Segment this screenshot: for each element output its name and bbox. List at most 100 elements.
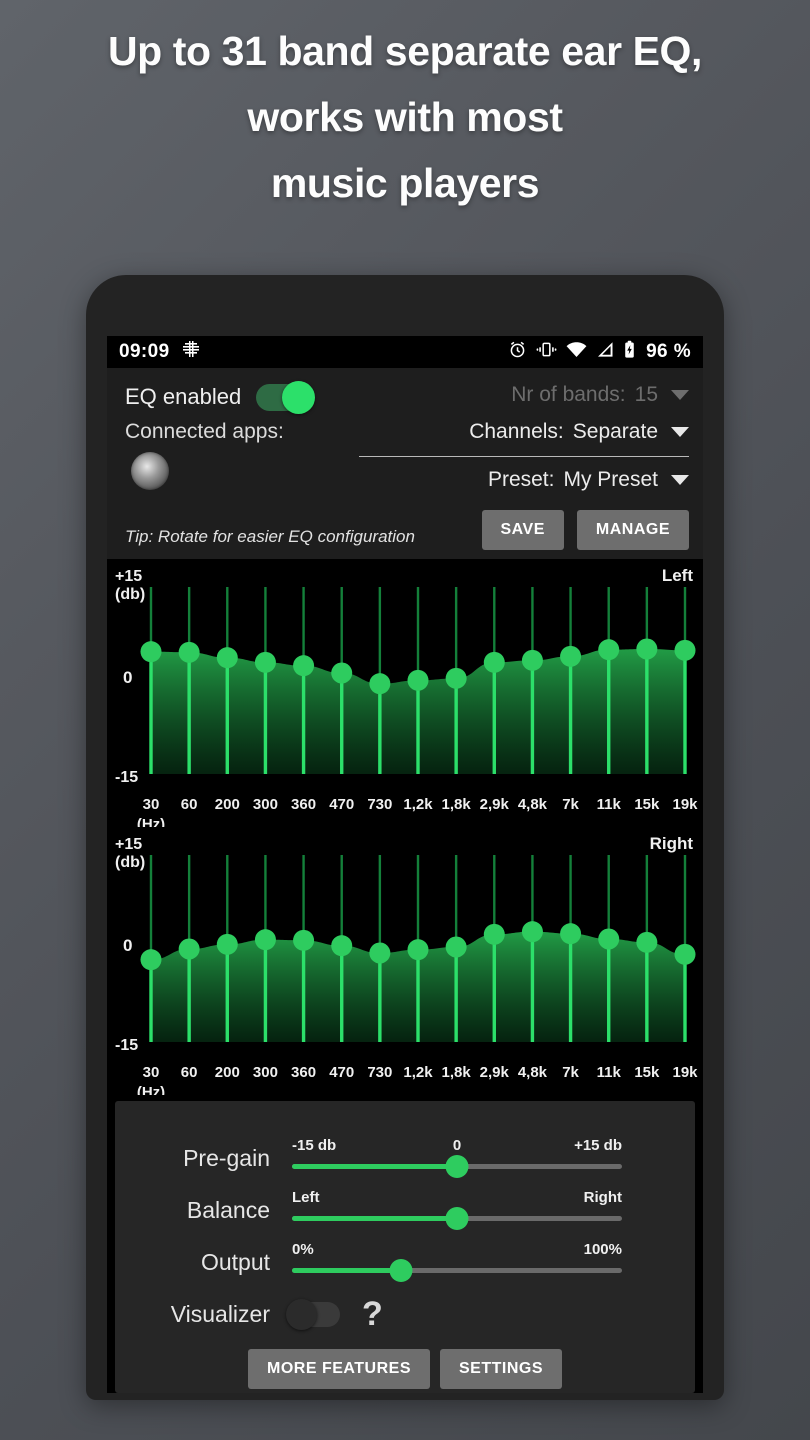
headline-line-1: Up to 31 band separate ear EQ, [107, 28, 703, 74]
x-axis-tick-label: 1,8k [442, 796, 472, 813]
x-axis-tick-label: 360 [291, 1064, 316, 1081]
x-axis-tick-label: 30 [143, 796, 160, 813]
signal-icon [596, 341, 614, 364]
eq-band-handle[interactable] [331, 935, 353, 957]
eq-band-handle[interactable] [560, 923, 582, 945]
preset-value: My Preset [563, 467, 658, 491]
eq-band-handle[interactable] [407, 939, 429, 961]
eq-band-handle[interactable] [521, 921, 543, 943]
preset-dropdown[interactable]: Preset: My Preset [359, 461, 689, 498]
slider-output[interactable]: 0% 100% [292, 1241, 622, 1283]
slider-max-label: Right [583, 1189, 622, 1206]
slider-min-label: 0% [292, 1241, 314, 1258]
x-axis-tick-label: 15k [634, 1064, 660, 1081]
eq-graph-left[interactable]: +15 (db) 0 -15 Left 30 60 200 300 360 470 730 1,2k 1,… [107, 559, 703, 827]
eq-band-handle[interactable] [293, 655, 315, 677]
eq-band-handle[interactable] [445, 936, 467, 958]
help-icon[interactable]: ? [362, 1297, 383, 1331]
eq-band-handle[interactable] [674, 639, 696, 661]
eq-band-handle[interactable] [254, 651, 276, 673]
slider-track[interactable] [292, 1259, 622, 1282]
more-features-button[interactable]: MORE FEATURES [248, 1349, 430, 1389]
x-axis-tick-label: 200 [215, 796, 240, 813]
channels-dropdown[interactable]: Channels: Separate [359, 413, 689, 450]
x-axis-tick-label: 300 [253, 1064, 278, 1081]
visualizer-toggle[interactable] [286, 1298, 340, 1330]
eq-enabled-toggle[interactable] [256, 380, 316, 414]
eq-band-handle[interactable] [636, 931, 658, 953]
slider-thumb[interactable] [389, 1259, 413, 1282]
x-axis-tick-label: 7k [562, 796, 579, 813]
y-axis-min-label: -15 [115, 1037, 138, 1054]
eq-band-handle[interactable] [598, 639, 620, 661]
x-axis-tick-label: 15k [634, 796, 660, 813]
settings-button[interactable]: SETTINGS [439, 1349, 562, 1389]
channel-title-label: Right [650, 834, 694, 853]
x-axis-tick-label: 11k [597, 1064, 622, 1081]
slider-min-label: -15 db [292, 1137, 337, 1154]
x-axis-tick-label: 470 [329, 1064, 354, 1081]
slider-thumb[interactable] [445, 1155, 469, 1178]
eq-band-handle[interactable] [178, 938, 200, 960]
eq-band-handle[interactable] [483, 923, 505, 945]
slider-balance[interactable]: Left Right [292, 1189, 622, 1231]
x-axis-tick-label: 1,8k [442, 1064, 472, 1081]
slider-row-output: Output 0% 100% [115, 1231, 695, 1283]
slider-pre-gain[interactable]: -15 db 0 +15 db [292, 1137, 622, 1179]
eq-band-handle[interactable] [140, 641, 162, 663]
manage-button[interactable]: MANAGE [576, 510, 689, 550]
slider-label: Balance [186, 1197, 270, 1223]
phone-screen: 09:09 96 % EQ enabled Connected apps: Ti… [107, 336, 703, 1393]
x-axis-tick-label: 1,2k [403, 1064, 433, 1081]
slider-row-pre-gain: Pre-gain -15 db 0 +15 db [115, 1127, 695, 1179]
y-axis-unit-label: (db) [115, 854, 145, 871]
alarm-icon [508, 340, 527, 365]
save-button[interactable]: SAVE [481, 510, 564, 550]
channel-title-label: Left [662, 566, 694, 585]
slider-mid-label: 0 [452, 1137, 462, 1154]
slider-end-labels: 0% 100% [292, 1241, 622, 1259]
x-axis-tick-label: 730 [367, 796, 392, 813]
eq-band-handle[interactable] [445, 667, 467, 689]
eq-band-handle[interactable] [369, 673, 391, 695]
eq-band-handle[interactable] [331, 662, 353, 684]
nr-of-bands-value: 15 [634, 382, 658, 406]
x-axis-tick-label: 30 [143, 1064, 160, 1081]
eq-band-handle[interactable] [521, 649, 543, 671]
headline: Up to 31 band separate ear EQ, works wit… [0, 18, 810, 216]
toggle-knob [282, 380, 316, 414]
eq-band-handle[interactable] [483, 651, 505, 673]
visualizer-row: Visualizer ? [115, 1283, 695, 1331]
eq-band-handle[interactable] [636, 638, 658, 660]
eq-band-handle[interactable] [140, 949, 162, 971]
status-icons: 96 % [508, 340, 691, 365]
eq-band-handle[interactable] [407, 669, 429, 691]
y-axis-max-label: +15 [115, 568, 142, 585]
slider-thumb[interactable] [445, 1207, 469, 1230]
nr-of-bands-dropdown[interactable]: Nr of bands: 15 [359, 376, 689, 413]
eq-band-handle[interactable] [369, 942, 391, 964]
slider-track[interactable] [292, 1155, 622, 1178]
eq-band-handle[interactable] [293, 929, 315, 951]
y-axis-zero-label: 0 [123, 936, 132, 955]
headline-line-3: music players [270, 160, 540, 206]
preset-label: Preset: [487, 467, 555, 491]
eq-band-handle[interactable] [178, 641, 200, 663]
connected-app-icon[interactable] [131, 452, 169, 490]
eq-band-handle[interactable] [674, 943, 696, 965]
x-axis-tick-label: 60 [181, 796, 198, 813]
equalizer-icon [181, 339, 201, 365]
x-axis-tick-label: 200 [215, 1064, 240, 1081]
slider-track[interactable] [292, 1207, 622, 1230]
x-axis-unit-label: (Hz) [137, 1084, 165, 1095]
eq-band-handle[interactable] [254, 929, 276, 951]
eq-band-handle[interactable] [598, 928, 620, 950]
status-clock: 09:09 [119, 341, 170, 362]
eq-band-handle[interactable] [216, 933, 238, 955]
bottom-buttons: MORE FEATURES SETTINGS [115, 1349, 695, 1389]
slider-list: Pre-gain -15 db 0 +15 db Balance Left Right Out… [115, 1127, 695, 1283]
slider-fill [292, 1268, 401, 1273]
eq-band-handle[interactable] [560, 645, 582, 667]
eq-band-handle[interactable] [216, 647, 238, 669]
eq-graph-right[interactable]: +15 (db) 0 -15 Right 30 60 200 300 360 470 730 1,2k 1… [107, 827, 703, 1095]
